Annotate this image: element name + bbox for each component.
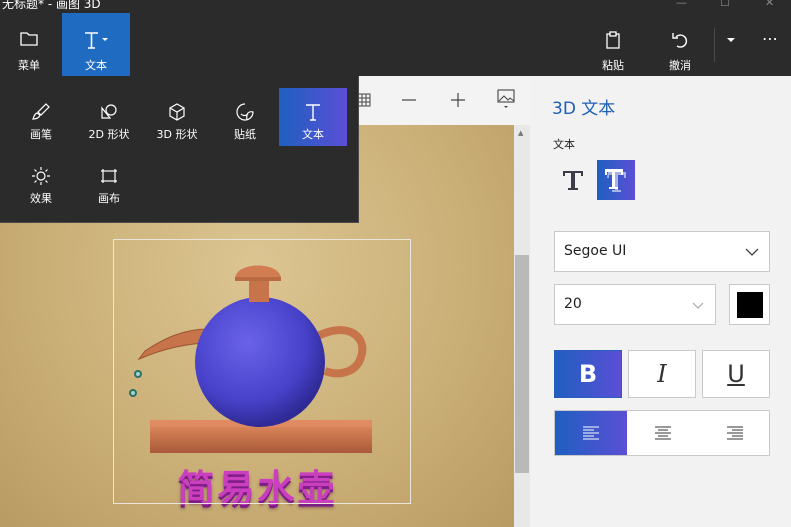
folder-icon: [0, 30, 58, 52]
3d-text-icon: [605, 169, 626, 192]
scroll-up-icon[interactable]: ▲: [518, 129, 523, 137]
minimize-button[interactable]: —: [676, 0, 687, 9]
top-toolbar: 菜单 文本 粘贴 撤消 ⋯: [0, 13, 791, 76]
text-color-picker[interactable]: [729, 284, 770, 325]
stickers-icon: [211, 102, 279, 122]
menu-item-label: 2D 形状: [88, 128, 130, 141]
3d-text-button[interactable]: [597, 160, 635, 200]
tool-menu-panel: 画笔 2D 形状 3D 形状 贴纸 文本 效果 画布: [0, 76, 359, 223]
menu-item-label: 画布: [98, 192, 120, 205]
menu-item-3d-shapes[interactable]: 3D 形状: [143, 88, 211, 146]
chevron-down-icon: [691, 297, 705, 316]
menu-item-label: 贴纸: [234, 128, 256, 141]
text-properties-panel: 3D 文本 文本 Segoe UI 20 B I U: [530, 76, 791, 527]
menu-label: 菜单: [18, 59, 40, 72]
paste-label: 粘贴: [602, 59, 624, 72]
menu-item-brush[interactable]: 画笔: [7, 88, 75, 146]
menu-button[interactable]: 菜单: [0, 13, 58, 76]
undo-button[interactable]: 撤消: [651, 13, 709, 76]
font-family-select[interactable]: Segoe UI: [554, 231, 770, 272]
menu-item-label: 画笔: [30, 128, 52, 141]
history-dropdown-button[interactable]: [718, 13, 744, 76]
image-view-icon[interactable]: [496, 89, 516, 110]
font-size-select[interactable]: 20: [554, 284, 716, 325]
text-label: 文本: [85, 59, 107, 72]
underline-button[interactable]: U: [702, 350, 770, 398]
font-size-value: 20: [564, 296, 582, 312]
clipboard-icon: [585, 30, 641, 52]
panel-title: 3D 文本: [552, 99, 616, 119]
menu-item-2d-shapes[interactable]: 2D 形状: [75, 88, 143, 146]
align-center-button[interactable]: [627, 411, 699, 455]
close-button[interactable]: ✕: [765, 0, 774, 9]
menu-item-effects[interactable]: 效果: [7, 152, 75, 210]
menu-item-label: 3D 形状: [156, 128, 198, 141]
undo-label: 撤消: [669, 59, 691, 72]
menu-item-canvas[interactable]: 画布: [75, 152, 143, 210]
bold-button[interactable]: B: [554, 350, 622, 398]
effects-icon: [7, 166, 75, 186]
selection-box[interactable]: [113, 239, 411, 504]
title-bar: 无标题* - 画图 3D — ☐ ✕: [0, 0, 791, 13]
color-swatch: [737, 292, 763, 318]
alignment-group: [554, 410, 770, 456]
italic-button[interactable]: I: [628, 350, 696, 398]
align-center-icon: [655, 426, 671, 440]
text-tool-button[interactable]: 文本: [62, 13, 130, 76]
window-title: 无标题* - 画图 3D: [2, 0, 101, 11]
zoom-out-icon[interactable]: [399, 90, 419, 110]
align-left-icon: [583, 426, 599, 440]
3d-shapes-icon: [143, 102, 211, 122]
align-right-button[interactable]: [699, 411, 771, 455]
toolbar-divider: [714, 28, 715, 62]
chevron-down-icon: [745, 244, 759, 263]
maximize-button[interactable]: ☐: [720, 0, 730, 9]
more-options-button[interactable]: ⋯: [752, 13, 788, 76]
text-icon: [62, 30, 130, 52]
text-icon: [279, 102, 347, 122]
brush-icon: [7, 102, 75, 122]
canvas-icon: [75, 166, 143, 186]
menu-item-label: 文本: [302, 128, 324, 141]
menu-item-text[interactable]: 文本: [279, 88, 347, 146]
paste-button[interactable]: 粘贴: [585, 13, 641, 76]
view-toolbar: [357, 76, 530, 125]
font-family-value: Segoe UI: [564, 243, 627, 259]
more-icon: ⋯: [762, 29, 778, 48]
2d-text-button[interactable]: [554, 160, 592, 200]
text-section-label: 文本: [553, 138, 575, 151]
align-left-button[interactable]: [555, 411, 627, 455]
scrollbar-thumb[interactable]: [515, 255, 529, 473]
menu-item-stickers[interactable]: 贴纸: [211, 88, 279, 146]
undo-icon: [651, 30, 709, 52]
chevron-down-icon: [718, 35, 744, 57]
2d-shapes-icon: [75, 102, 143, 122]
menu-item-label: 效果: [30, 192, 52, 205]
vertical-scrollbar[interactable]: ▲: [514, 125, 530, 527]
zoom-in-icon[interactable]: [448, 90, 468, 110]
2d-text-icon: [563, 171, 583, 190]
align-right-icon: [727, 426, 743, 440]
